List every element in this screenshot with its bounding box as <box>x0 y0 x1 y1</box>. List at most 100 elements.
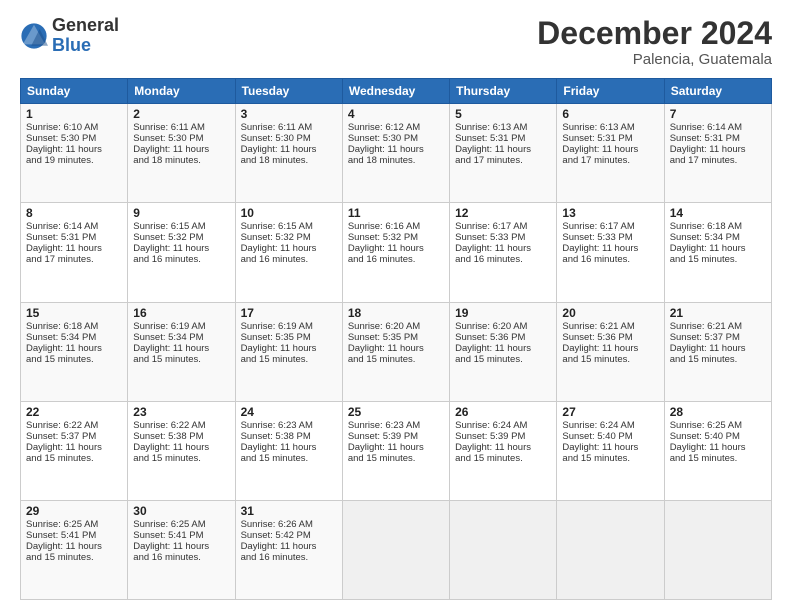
day-info-line: Sunset: 5:42 PM <box>241 530 337 541</box>
day-info-line: Sunrise: 6:19 AM <box>133 321 229 332</box>
day-number: 15 <box>26 306 122 320</box>
calendar-cell-w4-d4: 25Sunrise: 6:23 AMSunset: 5:39 PMDayligh… <box>342 401 449 500</box>
day-info-line: Sunrise: 6:17 AM <box>562 221 658 232</box>
location: Palencia, Guatemala <box>537 51 772 68</box>
day-info-line: Sunrise: 6:15 AM <box>241 221 337 232</box>
day-info-line: and 17 minutes. <box>26 254 122 265</box>
day-info-line: Sunset: 5:31 PM <box>670 133 766 144</box>
day-info-line: Sunset: 5:34 PM <box>133 332 229 343</box>
day-info-line: Sunrise: 6:13 AM <box>562 122 658 133</box>
day-info-line: and 18 minutes. <box>133 155 229 166</box>
day-number: 11 <box>348 206 444 220</box>
day-number: 7 <box>670 107 766 121</box>
day-info-line: Daylight: 11 hours <box>455 243 551 254</box>
day-info-line: Sunset: 5:34 PM <box>26 332 122 343</box>
calendar-cell-w5-d1: 29Sunrise: 6:25 AMSunset: 5:41 PMDayligh… <box>21 500 128 599</box>
day-info-line: Sunset: 5:31 PM <box>562 133 658 144</box>
day-info-line: and 15 minutes. <box>670 354 766 365</box>
calendar-cell-w3-d1: 15Sunrise: 6:18 AMSunset: 5:34 PMDayligh… <box>21 302 128 401</box>
day-info-line: Sunset: 5:34 PM <box>670 232 766 243</box>
day-info-line: Sunset: 5:30 PM <box>133 133 229 144</box>
calendar-cell-w1-d6: 6Sunrise: 6:13 AMSunset: 5:31 PMDaylight… <box>557 104 664 203</box>
day-info-line: and 15 minutes. <box>670 254 766 265</box>
day-number: 13 <box>562 206 658 220</box>
day-info-line: Sunrise: 6:25 AM <box>26 519 122 530</box>
day-info-line: Daylight: 11 hours <box>670 442 766 453</box>
day-number: 31 <box>241 504 337 518</box>
day-info-line: Daylight: 11 hours <box>562 343 658 354</box>
day-info-line: Sunset: 5:30 PM <box>241 133 337 144</box>
day-number: 24 <box>241 405 337 419</box>
day-info-line: Sunrise: 6:19 AM <box>241 321 337 332</box>
title-section: December 2024 Palencia, Guatemala <box>537 16 772 68</box>
calendar-table: Sunday Monday Tuesday Wednesday Thursday… <box>20 78 772 600</box>
day-info-line: Daylight: 11 hours <box>241 541 337 552</box>
day-info-line: Sunset: 5:37 PM <box>26 431 122 442</box>
day-number: 16 <box>133 306 229 320</box>
day-number: 10 <box>241 206 337 220</box>
day-info-line: Sunset: 5:35 PM <box>241 332 337 343</box>
day-info-line: and 15 minutes. <box>455 354 551 365</box>
calendar-cell-w5-d7 <box>664 500 771 599</box>
day-number: 14 <box>670 206 766 220</box>
calendar-cell-w2-d3: 10Sunrise: 6:15 AMSunset: 5:32 PMDayligh… <box>235 203 342 302</box>
calendar-week-5: 29Sunrise: 6:25 AMSunset: 5:41 PMDayligh… <box>21 500 772 599</box>
day-info-line: Sunset: 5:41 PM <box>133 530 229 541</box>
day-info-line: Sunset: 5:37 PM <box>670 332 766 343</box>
day-info-line: and 16 minutes. <box>455 254 551 265</box>
day-number: 29 <box>26 504 122 518</box>
calendar-cell-w5-d4 <box>342 500 449 599</box>
day-info-line: Sunset: 5:40 PM <box>562 431 658 442</box>
day-info-line: Daylight: 11 hours <box>26 144 122 155</box>
logo-icon <box>20 22 48 50</box>
day-info-line: Sunset: 5:39 PM <box>455 431 551 442</box>
calendar-cell-w1-d4: 4Sunrise: 6:12 AMSunset: 5:30 PMDaylight… <box>342 104 449 203</box>
calendar-cell-w2-d1: 8Sunrise: 6:14 AMSunset: 5:31 PMDaylight… <box>21 203 128 302</box>
day-info-line: Daylight: 11 hours <box>241 442 337 453</box>
day-info-line: Daylight: 11 hours <box>26 541 122 552</box>
calendar-cell-w1-d7: 7Sunrise: 6:14 AMSunset: 5:31 PMDaylight… <box>664 104 771 203</box>
day-info-line: Sunset: 5:31 PM <box>26 232 122 243</box>
day-info-line: and 16 minutes. <box>241 254 337 265</box>
day-info-line: Sunrise: 6:23 AM <box>348 420 444 431</box>
day-info-line: Daylight: 11 hours <box>133 541 229 552</box>
day-info-line: Sunrise: 6:18 AM <box>26 321 122 332</box>
day-info-line: Sunrise: 6:13 AM <box>455 122 551 133</box>
day-number: 17 <box>241 306 337 320</box>
day-info-line: Sunset: 5:36 PM <box>562 332 658 343</box>
day-info-line: and 18 minutes. <box>241 155 337 166</box>
day-number: 19 <box>455 306 551 320</box>
day-info-line: Daylight: 11 hours <box>26 442 122 453</box>
day-info-line: Daylight: 11 hours <box>455 442 551 453</box>
header-sunday: Sunday <box>21 79 128 104</box>
day-info-line: Sunrise: 6:14 AM <box>26 221 122 232</box>
day-info-line: Sunrise: 6:24 AM <box>562 420 658 431</box>
day-info-line: Sunrise: 6:15 AM <box>133 221 229 232</box>
calendar-cell-w1-d2: 2Sunrise: 6:11 AMSunset: 5:30 PMDaylight… <box>128 104 235 203</box>
header-tuesday: Tuesday <box>235 79 342 104</box>
day-info-line: Daylight: 11 hours <box>562 243 658 254</box>
day-number: 6 <box>562 107 658 121</box>
day-info-line: Daylight: 11 hours <box>133 144 229 155</box>
logo-blue-text: Blue <box>52 36 119 56</box>
day-info-line: Daylight: 11 hours <box>670 144 766 155</box>
day-info-line: Sunrise: 6:25 AM <box>670 420 766 431</box>
day-info-line: Sunrise: 6:24 AM <box>455 420 551 431</box>
day-number: 9 <box>133 206 229 220</box>
day-info-line: Sunrise: 6:23 AM <box>241 420 337 431</box>
day-info-line: Sunrise: 6:18 AM <box>670 221 766 232</box>
day-info-line: Sunset: 5:38 PM <box>241 431 337 442</box>
calendar-cell-w2-d6: 13Sunrise: 6:17 AMSunset: 5:33 PMDayligh… <box>557 203 664 302</box>
day-info-line: Sunset: 5:36 PM <box>455 332 551 343</box>
calendar-week-4: 22Sunrise: 6:22 AMSunset: 5:37 PMDayligh… <box>21 401 772 500</box>
day-number: 25 <box>348 405 444 419</box>
day-info-line: and 15 minutes. <box>26 552 122 563</box>
day-number: 12 <box>455 206 551 220</box>
calendar-cell-w3-d5: 19Sunrise: 6:20 AMSunset: 5:36 PMDayligh… <box>450 302 557 401</box>
day-info-line: and 15 minutes. <box>26 453 122 464</box>
calendar-cell-w5-d5 <box>450 500 557 599</box>
day-number: 26 <box>455 405 551 419</box>
day-info-line: Sunrise: 6:16 AM <box>348 221 444 232</box>
calendar-cell-w4-d1: 22Sunrise: 6:22 AMSunset: 5:37 PMDayligh… <box>21 401 128 500</box>
calendar-cell-w4-d3: 24Sunrise: 6:23 AMSunset: 5:38 PMDayligh… <box>235 401 342 500</box>
